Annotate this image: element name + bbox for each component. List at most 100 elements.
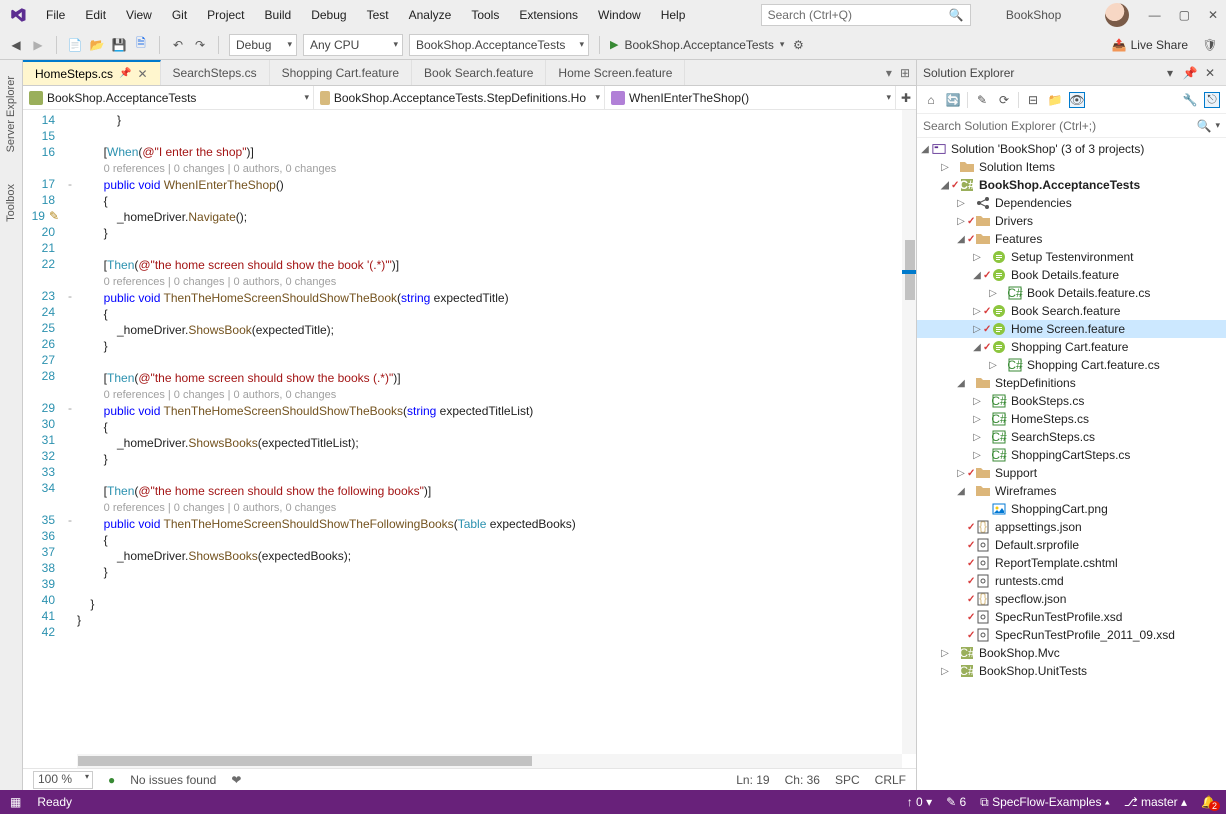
nav-member[interactable]: WhenIEnterTheShop(): [605, 86, 896, 109]
publish-button[interactable]: ↑ 0 ▾: [907, 795, 932, 809]
menu-project[interactable]: Project: [199, 4, 252, 26]
line-label[interactable]: Ln: 19: [736, 773, 769, 787]
sidetab-toolbox[interactable]: Toolbox: [3, 178, 19, 228]
save-all-icon[interactable]: 🗎: [133, 37, 149, 53]
tree-node[interactable]: ▷✓Support: [917, 464, 1226, 482]
menu-view[interactable]: View: [118, 4, 160, 26]
menu-debug[interactable]: Debug: [303, 4, 354, 26]
minimize-button[interactable]: —: [1149, 8, 1161, 22]
menu-file[interactable]: File: [38, 4, 73, 26]
tree-node[interactable]: ▷C#BookShop.Mvc: [917, 644, 1226, 662]
play-icon[interactable]: ▶: [610, 38, 618, 51]
maximize-button[interactable]: ▢: [1179, 8, 1190, 22]
properties-icon[interactable]: 🔧: [1182, 92, 1198, 108]
branch-button[interactable]: ⎇ master ▴: [1124, 795, 1187, 809]
menu-window[interactable]: Window: [590, 4, 649, 26]
tree-node[interactable]: ▷C#BookSteps.cs: [917, 392, 1226, 410]
tree-node[interactable]: ✓ReportTemplate.cshtml: [917, 554, 1226, 572]
char-label[interactable]: Ch: 36: [785, 773, 820, 787]
tree-node[interactable]: ▷C#HomeSteps.cs: [917, 410, 1226, 428]
redo-icon[interactable]: ↷: [192, 37, 208, 53]
startup-combo[interactable]: BookShop.AcceptanceTests: [409, 34, 589, 56]
track-active-toggle[interactable]: ⎋: [1204, 92, 1220, 108]
tree-node[interactable]: ✓{}specflow.json: [917, 590, 1226, 608]
window-options-icon[interactable]: ▾: [1162, 65, 1178, 81]
collapse-icon[interactable]: ⊟: [1025, 92, 1041, 108]
issues-label[interactable]: No issues found: [130, 773, 216, 787]
tree-node[interactable]: ▷C#SearchSteps.cs: [917, 428, 1226, 446]
solution-search[interactable]: Search Solution Explorer (Ctrl+;) 🔍 ▾: [917, 114, 1226, 138]
doctab[interactable]: Home Screen.feature: [546, 60, 685, 85]
menu-git[interactable]: Git: [164, 4, 195, 26]
menu-analyze[interactable]: Analyze: [401, 4, 460, 26]
code-content[interactable]: } [When(@"I enter the shop")] 0 referenc…: [77, 110, 916, 754]
tree-node[interactable]: ▷Solution Items: [917, 158, 1226, 176]
close-tab-icon[interactable]: ✕: [137, 67, 147, 81]
home-icon[interactable]: ⌂: [923, 92, 939, 108]
nav-class[interactable]: BookShop.AcceptanceTests.StepDefinitions…: [314, 86, 605, 109]
undo-icon[interactable]: ↶: [170, 37, 186, 53]
doctab[interactable]: Shopping Cart.feature: [270, 60, 412, 85]
tree-node[interactable]: ✓Default.srprofile: [917, 536, 1226, 554]
liveshare-label[interactable]: Live Share: [1131, 38, 1188, 52]
tree-node[interactable]: ▷C#ShoppingCartSteps.cs: [917, 446, 1226, 464]
config-combo[interactable]: Debug: [229, 34, 297, 56]
changes-button[interactable]: ✎ 6: [946, 795, 966, 809]
tree-node[interactable]: ▷✓Drivers: [917, 212, 1226, 230]
switch-view-icon[interactable]: 🔄: [945, 92, 961, 108]
show-all-icon[interactable]: 📁: [1047, 92, 1063, 108]
tree-node[interactable]: ◢StepDefinitions: [917, 374, 1226, 392]
search-input[interactable]: Search (Ctrl+Q) 🔍: [761, 4, 971, 26]
horizontal-scrollbar[interactable]: [77, 754, 902, 768]
tree-root[interactable]: ◢Solution 'BookShop' (3 of 3 projects): [917, 140, 1226, 158]
tree-node[interactable]: ▷C#Shopping Cart.feature.cs: [917, 356, 1226, 374]
liveshare-icon[interactable]: 📤: [1112, 38, 1127, 52]
sync-icon[interactable]: ⟳: [996, 92, 1012, 108]
user-avatar[interactable]: [1105, 3, 1129, 27]
menu-tools[interactable]: Tools: [463, 4, 507, 26]
tree-node[interactable]: ▷✓Book Search.feature: [917, 302, 1226, 320]
repo-button[interactable]: ⧉ SpecFlow-Examples ▴: [980, 795, 1110, 810]
platform-combo[interactable]: Any CPU: [303, 34, 403, 56]
vertical-scrollbar[interactable]: [902, 110, 916, 754]
admin-icon[interactable]: 🛡: [1202, 37, 1218, 53]
tree-node[interactable]: ▷Dependencies: [917, 194, 1226, 212]
menu-extensions[interactable]: Extensions: [511, 4, 586, 26]
tree-node[interactable]: ▷C#BookShop.UnitTests: [917, 662, 1226, 680]
tree-node[interactable]: ▷Setup Testenvironment: [917, 248, 1226, 266]
eol-label[interactable]: CRLF: [875, 773, 906, 787]
menu-test[interactable]: Test: [359, 4, 397, 26]
save-icon[interactable]: 💾: [111, 37, 127, 53]
doctab[interactable]: Book Search.feature: [412, 60, 546, 85]
settings-icon[interactable]: ⚙: [790, 37, 806, 53]
tree-node[interactable]: ◢✓Book Details.feature: [917, 266, 1226, 284]
preview-toggle[interactable]: 👁: [1069, 92, 1085, 108]
nav-project[interactable]: BookShop.AcceptanceTests: [23, 86, 314, 109]
tree-node[interactable]: ✓SpecRunTestProfile.xsd: [917, 608, 1226, 626]
health-icon[interactable]: ❤: [231, 773, 241, 787]
open-icon[interactable]: 📂: [89, 37, 105, 53]
pending-changes-icon[interactable]: ✎: [974, 92, 990, 108]
solution-label[interactable]: BookShop: [979, 4, 1089, 26]
tree-node[interactable]: ▷✓Home Screen.feature: [917, 320, 1226, 338]
new-project-icon[interactable]: 📄: [67, 37, 83, 53]
tree-node[interactable]: ✓SpecRunTestProfile_2011_09.xsd: [917, 626, 1226, 644]
menu-help[interactable]: Help: [653, 4, 694, 26]
tree-node[interactable]: ◢✓C#BookShop.AcceptanceTests: [917, 176, 1226, 194]
tree-node[interactable]: ◢✓Features: [917, 230, 1226, 248]
code-editor[interactable]: 141516 171819✎202122 232425262728 293031…: [23, 110, 916, 754]
tree-node[interactable]: ▷C#Book Details.feature.cs: [917, 284, 1226, 302]
menu-build[interactable]: Build: [257, 4, 300, 26]
pin-icon[interactable]: 📌: [119, 68, 131, 79]
pin-icon[interactable]: 📌: [1182, 65, 1198, 81]
nav-split-icon[interactable]: ✚: [896, 86, 916, 109]
tree-node[interactable]: ◢Wireframes: [917, 482, 1226, 500]
doctab[interactable]: SearchSteps.cs: [161, 60, 270, 85]
fold-gutter[interactable]: - - - -: [63, 110, 77, 754]
tab-overflow-icon[interactable]: ▾: [886, 66, 892, 80]
menu-edit[interactable]: Edit: [77, 4, 114, 26]
close-panel-icon[interactable]: ✕: [1202, 65, 1218, 81]
notifications-button[interactable]: 🔔2: [1201, 795, 1216, 809]
close-button[interactable]: ✕: [1208, 8, 1218, 22]
tree-node[interactable]: ✓runtests.cmd: [917, 572, 1226, 590]
